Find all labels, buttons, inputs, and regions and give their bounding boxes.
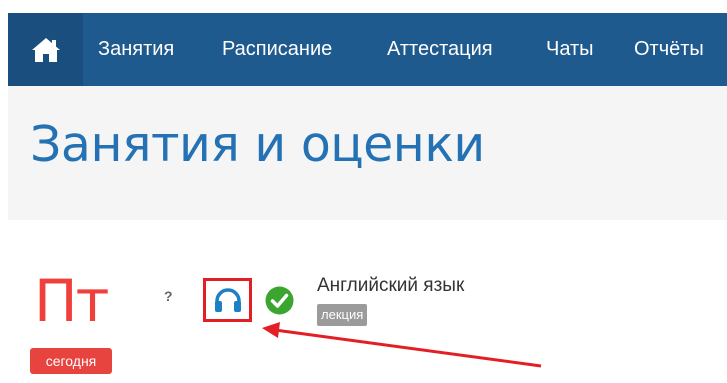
nav-item-lessons[interactable]: Занятия [98,13,174,86]
lesson-type-badge: лекция [317,304,368,326]
home-button[interactable] [8,13,83,86]
checkmark-circle-icon [265,286,294,315]
subject-name[interactable]: Английский язык [317,275,464,297]
day-of-week-label: Пт [34,267,109,335]
home-icon [31,37,60,62]
today-badge: сегодня [30,348,112,374]
page-title: Занятия и оценки [30,116,485,173]
nav-item-chats[interactable]: Чаты [546,13,594,86]
nav-item-attestation[interactable]: Аттестация [387,13,493,86]
nav-item-schedule[interactable]: Расписание [222,13,332,86]
nav-item-reports[interactable]: Отчёты [634,13,704,86]
headphones-button[interactable] [203,278,252,322]
page-header: Занятия и оценки [8,86,727,220]
top-navbar: Занятия Расписание Аттестация Чаты Отчёт… [8,13,727,86]
headphones-icon [214,288,241,312]
unknown-status-marker[interactable]: ? [164,288,173,304]
